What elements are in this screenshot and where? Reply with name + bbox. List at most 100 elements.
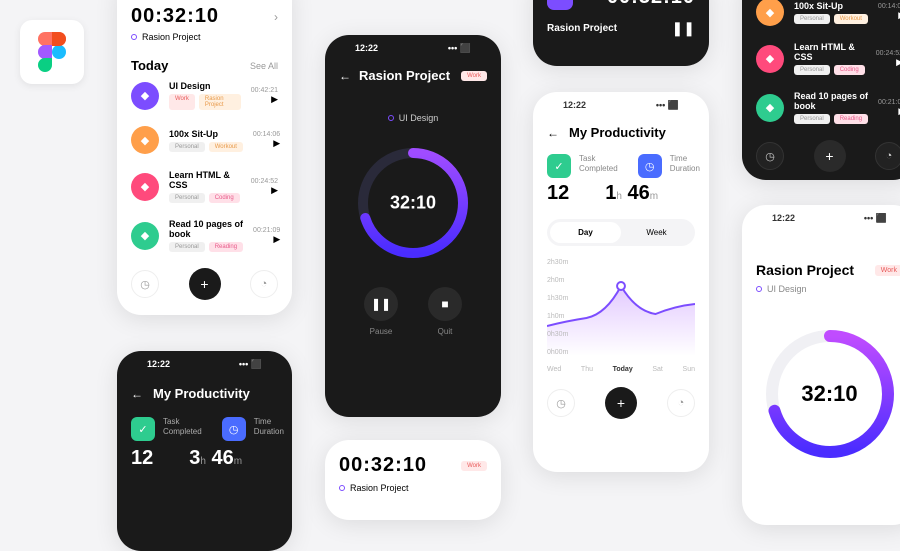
- task-icon: ◆: [756, 0, 784, 26]
- see-all-link[interactable]: See All: [250, 61, 278, 71]
- day-tab[interactable]: Day: [550, 222, 621, 243]
- quit-button[interactable]: ■: [428, 287, 462, 321]
- tag: Coding: [834, 65, 865, 75]
- work-tag: Work: [875, 265, 900, 276]
- clock-icon[interactable]: ◷: [131, 270, 159, 298]
- clock-icon[interactable]: ◷: [547, 389, 575, 417]
- play-icon[interactable]: ▶: [253, 138, 280, 149]
- task-duration: 00:24:52: [251, 178, 278, 185]
- week-tab[interactable]: Week: [621, 222, 692, 243]
- code-icon: ◆: [131, 173, 159, 201]
- chart-icon[interactable]: ◔: [667, 389, 695, 417]
- back-icon[interactable]: ←: [131, 387, 143, 401]
- work-tag: Work: [461, 461, 487, 471]
- tag: Personal: [794, 114, 830, 124]
- monitor-icon: ⌼: [547, 0, 573, 10]
- tag: Personal: [169, 242, 205, 252]
- figma-logo: [20, 20, 84, 84]
- task-row[interactable]: ◆ 100x Sit-Up PersonalWorkout 00:14:06 ▶: [131, 118, 278, 162]
- task-name: Learn HTML & CSS: [794, 42, 866, 62]
- page-title: My Productivity: [153, 386, 250, 401]
- clock-icon: ◷: [638, 154, 662, 178]
- task-name: 100x Sit-Up: [169, 129, 243, 139]
- task-row[interactable]: ◆ Read 10 pages of book PersonalReading …: [756, 83, 900, 132]
- completed-count: 12: [547, 182, 569, 205]
- battery-icon: ••• ⬛: [864, 213, 887, 224]
- tag: Rasion Project: [199, 94, 241, 110]
- status-time: 12:22: [147, 359, 170, 370]
- project-dot: [339, 485, 345, 491]
- back-icon[interactable]: ←: [547, 126, 559, 140]
- pause-icon[interactable]: ❚❚: [672, 20, 695, 37]
- ring-time: 32:10: [801, 381, 857, 407]
- play-icon[interactable]: ▶: [253, 234, 280, 245]
- figma-icon: [38, 32, 66, 72]
- status-bar: 12:22 ••• ⬛: [131, 351, 278, 378]
- battery-icon: ••• ⬛: [239, 359, 262, 370]
- task-duration: 00:14:06: [253, 131, 280, 138]
- task-row[interactable]: ◆ Read 10 pages of book PersonalReading …: [131, 211, 278, 260]
- task-list: ◆ UI Design WorkRasion Project 00:42:21 …: [131, 73, 278, 260]
- status-bar: 12:22 ••• ⬛: [756, 205, 900, 232]
- today-heading: Today: [131, 58, 168, 73]
- duration-value: 1h 46m: [605, 182, 658, 205]
- task-name: UI Design: [169, 81, 241, 91]
- completed-count: 12: [131, 447, 153, 470]
- tag: Work: [169, 94, 195, 110]
- status-bar: 12:22 ••• ⬛: [339, 35, 487, 62]
- play-icon[interactable]: ▶: [878, 106, 900, 117]
- add-button[interactable]: +: [814, 140, 846, 172]
- task-row[interactable]: ◆ UI Design WorkRasion Project 00:42:21 …: [131, 73, 278, 118]
- day-week-toggle[interactable]: Day Week: [547, 219, 695, 246]
- screen-task-list-dark: ◆ 100x Sit-Up PersonalWorkout 00:14:06 ▶…: [742, 0, 900, 180]
- timer: 00:32:10: [607, 0, 695, 9]
- tag: Personal: [794, 14, 830, 24]
- chart-icon[interactable]: ◔: [875, 142, 900, 170]
- tag: Personal: [169, 142, 205, 152]
- x-axis-label: Thu: [581, 366, 593, 373]
- timer-ring: 32:10: [760, 324, 900, 464]
- status-time: 12:22: [563, 100, 586, 111]
- play-icon[interactable]: ▶: [876, 57, 900, 68]
- x-axis-label: Today: [613, 366, 633, 373]
- play-icon[interactable]: ▶: [878, 10, 900, 21]
- clock-icon[interactable]: ◷: [756, 142, 784, 170]
- y-axis-label: 1h0m: [547, 313, 565, 320]
- screen-timer-light: 12:22 ••• ⬛ Rasion Project Work UI Desig…: [742, 205, 900, 525]
- tag: Reading: [834, 114, 868, 124]
- quit-label: Quit: [428, 327, 462, 336]
- task-icon: ◆: [756, 45, 784, 73]
- clock-icon: ◷: [222, 417, 246, 441]
- x-axis-label: Sun: [683, 366, 695, 373]
- play-icon[interactable]: ▶: [251, 94, 278, 105]
- book-icon: ◆: [131, 222, 159, 250]
- x-axis-label: Wed: [547, 366, 561, 373]
- screen-productivity-dark: 12:22 ••• ⬛ ← My Productivity ✓ Task Com…: [117, 351, 292, 551]
- add-button[interactable]: +: [605, 387, 637, 419]
- task-name: 100x Sit-Up: [794, 1, 868, 11]
- task-name: Learn HTML & CSS: [169, 170, 241, 190]
- timer: 00:32:10: [131, 5, 219, 28]
- task-completed-label: Task Completed: [579, 154, 618, 175]
- battery-icon: ••• ⬛: [448, 43, 471, 54]
- project-name: Rasion Project: [547, 23, 617, 34]
- status-time: 12:22: [355, 43, 378, 54]
- back-icon[interactable]: ←: [339, 69, 351, 83]
- task-row[interactable]: ◆ Learn HTML & CSS PersonalCoding 00:24:…: [131, 162, 278, 211]
- task-row[interactable]: ◆ 100x Sit-Up PersonalWorkout 00:14:06 ▶: [756, 0, 900, 34]
- chart-icon[interactable]: ◔: [250, 270, 278, 298]
- productivity-chart: 0h00m0h30m1h0m1h30m2h0m2h30m: [547, 256, 695, 356]
- y-axis-label: 1h30m: [547, 295, 568, 302]
- timer-ring: 32:10: [353, 143, 473, 263]
- pause-button[interactable]: ❚❚: [364, 287, 398, 321]
- timer: 00:32:10: [339, 454, 427, 477]
- screen-productivity-light: 12:22 ••• ⬛ ← My Productivity ✓ Task Com…: [533, 92, 709, 472]
- task-row[interactable]: ◆ Learn HTML & CSS PersonalCoding 00:24:…: [756, 34, 900, 83]
- check-icon: ✓: [131, 417, 155, 441]
- play-icon[interactable]: ▶: [251, 185, 278, 196]
- task-duration: 00:42:21: [251, 87, 278, 94]
- screen-timer-dark: 12:22 ••• ⬛ ← Rasion Project Work UI Des…: [325, 35, 501, 417]
- task-duration: 00:24:52: [876, 50, 900, 57]
- chevron-right-icon[interactable]: ›: [274, 10, 278, 24]
- add-button[interactable]: +: [189, 268, 221, 300]
